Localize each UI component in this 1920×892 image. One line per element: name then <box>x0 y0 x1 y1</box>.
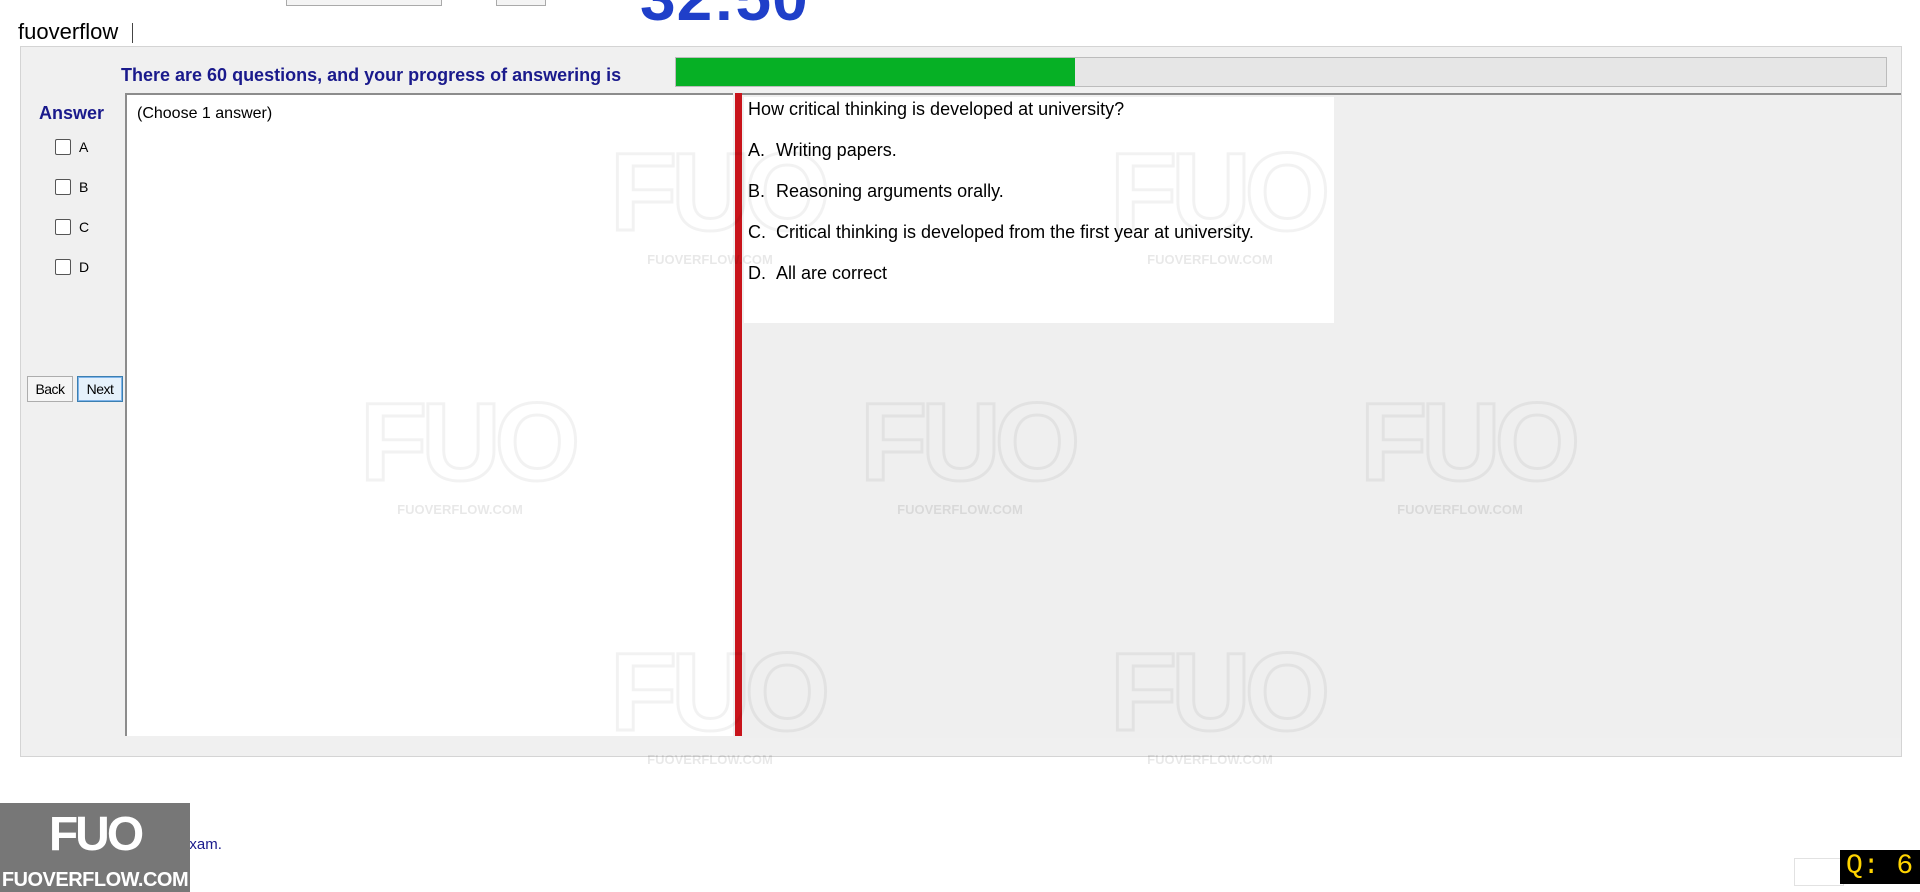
back-button[interactable]: Back <box>27 376 73 402</box>
answer-option-label: A <box>79 139 89 155</box>
exam-frame: There are 60 questions, and your progres… <box>20 46 1902 757</box>
option-letter: D. <box>748 263 766 283</box>
answer-option-label: C <box>79 219 90 235</box>
option-letter: B. <box>748 181 766 201</box>
top-small-control[interactable] <box>496 0 546 6</box>
option-letter: C. <box>748 222 766 242</box>
option-text: Critical thinking is developed from the … <box>776 222 1254 242</box>
exam-timer: 32:50 <box>640 0 809 30</box>
checkbox-b[interactable] <box>55 179 71 195</box>
question-option-b: B. Reasoning arguments orally. <box>748 181 1004 202</box>
option-letter: A. <box>748 140 766 160</box>
progress-bar <box>675 57 1887 87</box>
text-caret <box>132 23 134 43</box>
checkbox-c[interactable] <box>55 219 71 235</box>
question-option-c: C. Critical thinking is developed from th… <box>748 222 1254 243</box>
logo-text: FUOVERFLOW.COM <box>1 869 189 891</box>
question-box: How critical thinking is developed at un… <box>744 97 1334 323</box>
question-option-a: A. Writing papers. <box>748 140 897 161</box>
app-title-text: fuoverflow <box>18 19 119 44</box>
answer-option-label: D <box>79 259 90 275</box>
question-text: How critical thinking is developed at un… <box>748 99 1125 119</box>
answer-title: Answer <box>39 103 105 123</box>
progress-fill <box>676 58 1076 86</box>
fuoverflow-logo: FUO FUOVERFLOW.COM <box>0 803 190 892</box>
question-option-d: D. All are correct <box>748 263 887 284</box>
choose-panel: (Choose 1 answer) <box>125 93 733 736</box>
bottom-field[interactable] <box>1794 858 1844 886</box>
next-button[interactable]: Next <box>77 376 123 402</box>
app-title: fuoverflow <box>18 19 134 45</box>
progress-label: There are 60 questions, and your progres… <box>121 65 622 85</box>
option-text: Writing papers. <box>776 140 897 160</box>
checkbox-a[interactable] <box>55 139 71 155</box>
checkbox-d[interactable] <box>55 259 71 275</box>
answer-option-label: B <box>79 179 89 195</box>
option-text: Reasoning arguments orally. <box>776 181 1004 201</box>
question-area: How critical thinking is developed at un… <box>742 93 1901 738</box>
question-counter: Q: 6 <box>1840 850 1920 884</box>
answer-option-c[interactable]: C <box>55 219 89 235</box>
top-dropdown[interactable] <box>286 0 442 6</box>
answer-option-b[interactable]: B <box>55 179 88 195</box>
answer-option-d[interactable]: D <box>55 259 89 275</box>
option-text: All are correct <box>776 263 888 283</box>
answer-option-a[interactable]: A <box>55 139 88 155</box>
choose-instruction: (Choose 1 answer) <box>137 105 273 122</box>
panel-splitter[interactable] <box>735 93 742 736</box>
logo-mark: FUO <box>48 808 144 861</box>
